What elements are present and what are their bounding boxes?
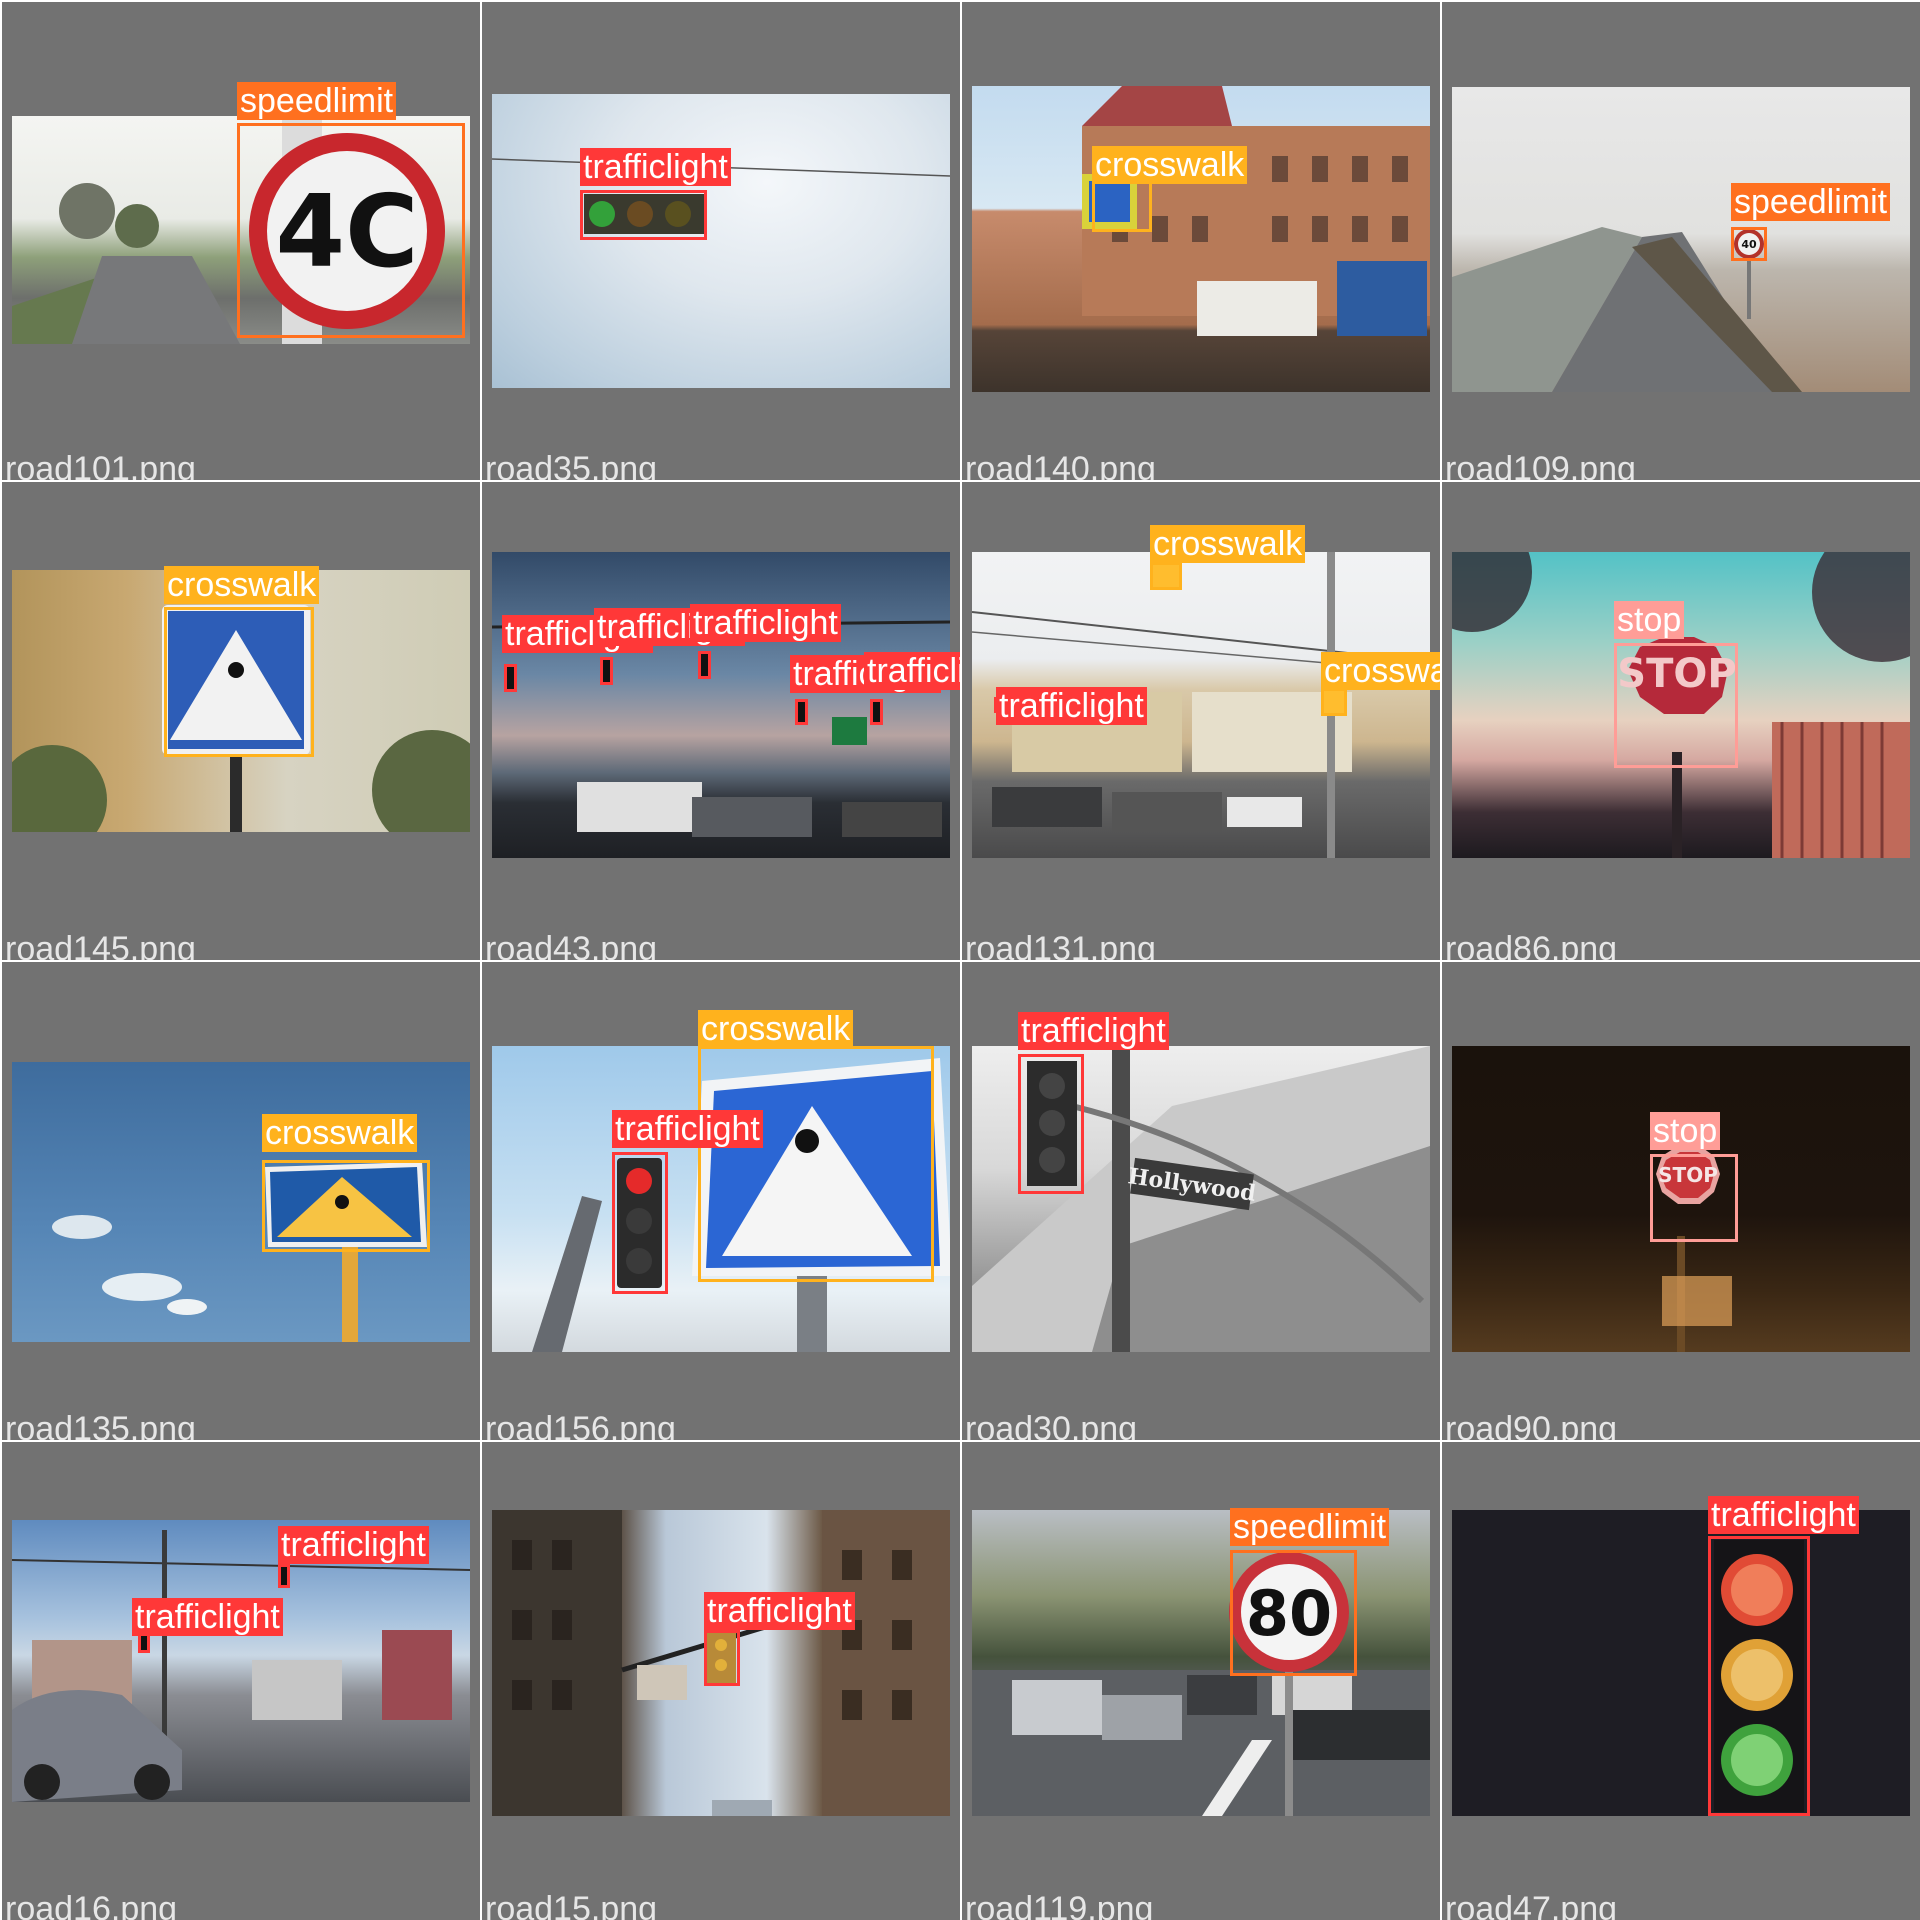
tile-road119: 80 speedlimit road119.png xyxy=(962,1442,1440,1920)
detection-label: speedlimit xyxy=(1731,183,1891,221)
photo: STOP stop xyxy=(1452,552,1910,858)
filename: road140.png xyxy=(965,450,1156,480)
detection-label: trafficlight xyxy=(580,148,731,186)
detection-box-trafficlight xyxy=(704,1630,740,1686)
photo: 40 speedlimit xyxy=(1452,87,1910,392)
filename: road35.png xyxy=(485,450,658,480)
detection-box-crosswalk xyxy=(164,607,314,757)
filename: road47.png xyxy=(1445,1890,1618,1920)
detection-box-stop xyxy=(1650,1154,1738,1242)
tile-road140: crosswalk road140.png xyxy=(962,2,1440,480)
detection-label: stop xyxy=(1614,601,1685,639)
detection-box-crosswalk xyxy=(262,1160,430,1252)
tile-road47: trafficlight road47.png xyxy=(1442,1442,1920,1920)
photo: STOP stop xyxy=(1452,1046,1910,1352)
filename: road145.png xyxy=(5,930,196,960)
tile-road35: trafficlight road35.png xyxy=(482,2,960,480)
detection-label: crosswalk xyxy=(1092,146,1248,184)
tile-road156: crosswalk trafficlight road156.png xyxy=(482,962,960,1440)
photo: trafficlight xyxy=(1452,1496,1910,1816)
filename: road135.png xyxy=(5,1410,196,1440)
filename: road131.png xyxy=(965,930,1156,960)
tile-road109: 40 speedlimit road109.png xyxy=(1442,2,1920,480)
tile-road15: trafficlight road15.png xyxy=(482,1442,960,1920)
filename: road90.png xyxy=(1445,1410,1618,1440)
tile-road101: 4C speedlimit road101.png xyxy=(2,2,480,480)
photo: trafficlight xyxy=(492,94,950,388)
detection-box-crosswalk xyxy=(698,1046,934,1282)
tile-road16: trafficlight trafficlight road16.png xyxy=(2,1442,480,1920)
detection-mosaic: 4C speedlimit road101.png trafficlight r… xyxy=(0,0,1920,1920)
detection-box-trafficlight xyxy=(278,1564,290,1588)
tile-road131: crosswalk crosswalk trafficlight road131… xyxy=(962,482,1440,960)
tile-road90: STOP stop road90.png xyxy=(1442,962,1920,1440)
detection-box-speedlimit xyxy=(1230,1550,1357,1676)
detection-box-trafficlight xyxy=(580,190,707,240)
filename: road15.png xyxy=(485,1890,658,1920)
detection-label: trafficlight xyxy=(132,1598,283,1636)
detection-label: trafficlight xyxy=(690,604,841,642)
detection-label: stop xyxy=(1650,1112,1721,1150)
detection-box-speedlimit xyxy=(237,123,465,338)
filename: road119.png xyxy=(965,1890,1154,1920)
detection-label: crosswalk xyxy=(698,1010,854,1048)
detection-label: crosswalk xyxy=(1321,652,1440,690)
photo: trafficlight trafficlight xyxy=(12,1520,470,1802)
photo: 4C speedlimit xyxy=(12,82,470,344)
detection-label: trafficlight xyxy=(864,652,960,690)
detection-box-trafficlight xyxy=(504,664,517,692)
filename: road43.png xyxy=(485,930,658,960)
photo: trafficlight trafficlight trafficlight t… xyxy=(492,552,960,858)
detection-box-trafficlight xyxy=(138,1633,150,1653)
detection-label: speedlimit xyxy=(237,82,397,120)
detection-box-speedlimit xyxy=(1731,227,1767,261)
tile-road86: STOP stop road86.png xyxy=(1442,482,1920,960)
detection-box-trafficlight xyxy=(870,699,883,725)
photo: crosswalk xyxy=(972,86,1430,392)
photo: trafficlight xyxy=(492,1510,950,1816)
detection-label: trafficlight xyxy=(704,1592,855,1630)
filename: road30.png xyxy=(965,1410,1138,1440)
filename: road16.png xyxy=(5,1890,178,1920)
photo: crosswalk xyxy=(12,1062,470,1342)
detection-label: trafficlight xyxy=(1708,1496,1859,1534)
photo: 80 speedlimit xyxy=(972,1508,1430,1816)
detection-box-trafficlight xyxy=(600,657,613,685)
detection-label: trafficlight xyxy=(612,1110,763,1148)
detection-box-trafficlight xyxy=(612,1152,668,1294)
photo: crosswalk trafficlight xyxy=(492,1010,950,1352)
filename: road156.png xyxy=(485,1410,676,1440)
tile-road145: crosswalk road145.png xyxy=(2,482,480,960)
tile-road43: trafficlight trafficlight trafficlight t… xyxy=(482,482,960,960)
detection-label: trafficlight xyxy=(996,687,1147,725)
detection-box-trafficlight xyxy=(1708,1536,1810,1816)
detection-box-trafficlight xyxy=(698,651,711,679)
filename: road101.png xyxy=(5,450,196,480)
scene-illustration xyxy=(492,158,950,234)
detection-box-crosswalk xyxy=(1150,562,1182,590)
detection-box-trafficlight xyxy=(795,699,808,725)
scene-illustration xyxy=(1082,86,1430,336)
scene-illustration xyxy=(1714,1540,1804,1812)
photo: Hollywood trafficlight xyxy=(972,1012,1430,1352)
photo: crosswalk crosswalk trafficlight xyxy=(972,525,1440,858)
detection-label: crosswalk xyxy=(1150,525,1306,563)
filename: road86.png xyxy=(1445,930,1618,960)
detection-box-stop xyxy=(1614,643,1738,768)
tile-road30: Hollywood trafficlight road30.png xyxy=(962,962,1440,1440)
detection-label: crosswalk xyxy=(262,1114,418,1152)
tile-road135: crosswalk road135.png xyxy=(2,962,480,1440)
detection-label: trafficlight xyxy=(278,1526,429,1564)
detection-label: speedlimit xyxy=(1230,1508,1390,1546)
scene-illustration: 40 xyxy=(1452,227,1802,392)
scene-illustration: 80 xyxy=(972,1552,1430,1816)
photo: crosswalk xyxy=(12,566,470,832)
detection-label: trafficlight xyxy=(1018,1012,1169,1050)
detection-label: crosswalk xyxy=(164,566,320,604)
detection-box-trafficlight xyxy=(1018,1054,1084,1194)
filename: road109.png xyxy=(1445,450,1636,480)
detection-box-crosswalk xyxy=(1321,688,1347,716)
